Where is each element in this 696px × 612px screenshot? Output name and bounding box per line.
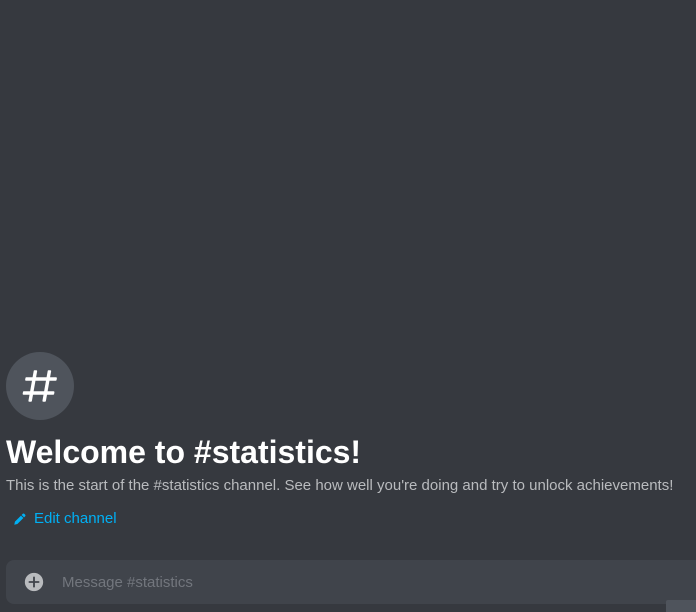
edit-channel-button[interactable]: Edit channel (13, 509, 117, 529)
channel-welcome-header: Welcome to #statistics! This is the star… (6, 352, 690, 531)
corner-handle (666, 600, 696, 612)
pencil-icon (14, 513, 26, 525)
chat-panel: Welcome to #statistics! This is the star… (0, 0, 696, 612)
message-composer (6, 560, 696, 604)
channel-icon-badge (6, 352, 74, 420)
attach-button[interactable] (23, 571, 45, 593)
hash-icon (22, 370, 57, 402)
plus-circle-icon (24, 572, 44, 592)
edit-channel-label: Edit channel (34, 510, 117, 527)
welcome-description: This is the start of the #statistics cha… (6, 477, 674, 494)
welcome-title: Welcome to #statistics! (6, 434, 362, 470)
message-input[interactable] (62, 568, 696, 596)
